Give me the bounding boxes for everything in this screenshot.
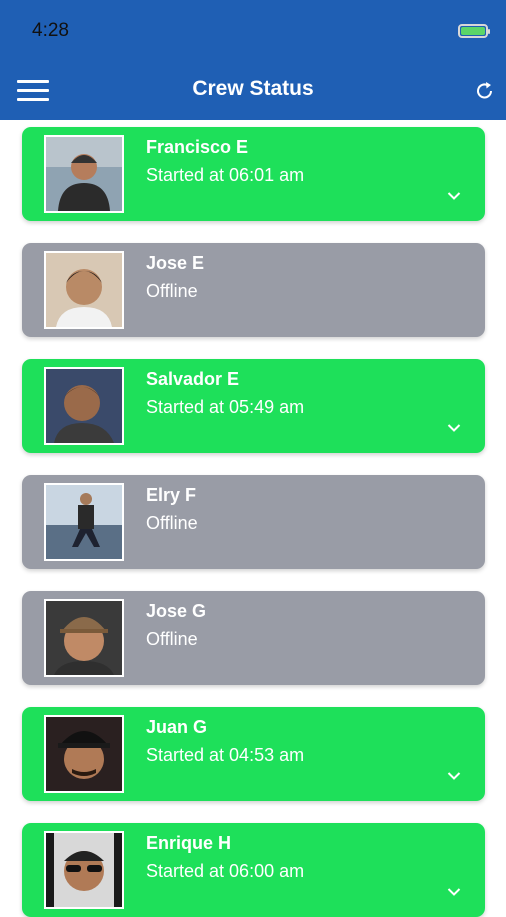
crew-status: Offline (146, 281, 198, 301)
page-title: Crew Status (192, 77, 314, 100)
crew-status: Started at 06:01 am (146, 165, 305, 185)
crew-name: Jose G (146, 601, 207, 621)
chevron-down-icon[interactable] (447, 423, 461, 433)
crew-card-juan-g[interactable]: Juan G Started at 04:53 am (22, 707, 485, 801)
avatar (44, 483, 124, 561)
crew-card-enrique-h[interactable]: Enrique H Started at 06:00 am (22, 823, 485, 917)
crew-status: Started at 05:49 am (146, 397, 305, 417)
crew-name: Francisco E (146, 137, 249, 157)
avatar (44, 831, 124, 909)
crew-card-salvador-e[interactable]: Salvador E Started at 05:49 am (22, 359, 485, 453)
crew-name: Juan G (146, 717, 208, 737)
crew-name: Enrique H (146, 833, 232, 853)
avatar (44, 251, 124, 329)
status-time: 4:28 (32, 20, 69, 41)
nav-bar: Crew Status (0, 60, 506, 120)
crew-card-francisco-e[interactable]: Francisco E Started at 06:01 am (22, 127, 485, 221)
crew-card-jose-e[interactable]: Jose E Offline (22, 243, 485, 337)
avatar (44, 599, 124, 677)
chevron-down-icon[interactable] (447, 771, 461, 781)
avatar (44, 367, 124, 445)
avatar (44, 135, 124, 213)
battery-icon (458, 24, 490, 38)
crew-name: Salvador E (146, 369, 240, 389)
crew-status: Offline (146, 629, 198, 649)
crew-status: Started at 04:53 am (146, 745, 305, 765)
crew-status: Started at 06:00 am (146, 861, 305, 881)
crew-status: Offline (146, 513, 198, 533)
crew-card-jose-g[interactable]: Jose G Offline (22, 591, 485, 685)
refresh-icon[interactable] (474, 80, 496, 102)
crew-name: Jose E (146, 253, 205, 273)
crew-name: Elry F (146, 485, 197, 505)
crew-card-elry-f[interactable]: Elry F Offline (22, 475, 485, 569)
chevron-down-icon[interactable] (447, 191, 461, 201)
status-bar: 4:28 (0, 0, 506, 60)
chevron-down-icon[interactable] (447, 887, 461, 897)
avatar (44, 715, 124, 793)
